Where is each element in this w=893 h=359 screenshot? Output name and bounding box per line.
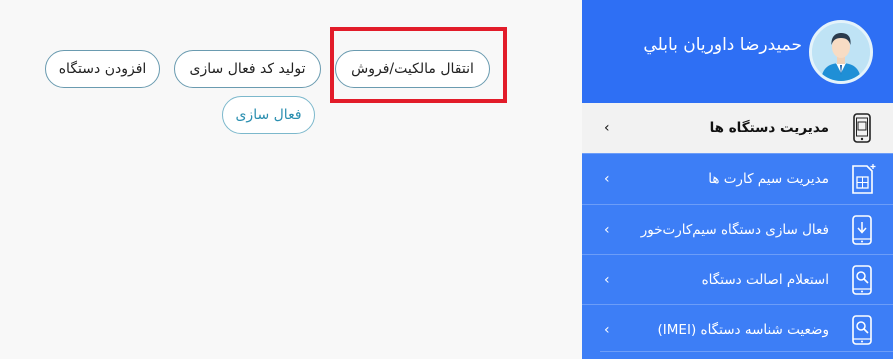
chevron-left-icon: ‹ xyxy=(604,171,610,187)
sidebar-item-sim-device-activation[interactable]: ‹ فعال سازی دستگاه سیم‌کارت‌خور xyxy=(582,204,893,254)
profile-header: حمیدرضا داوریان بابلي xyxy=(582,0,893,103)
sidebar: حمیدرضا داوریان بابلي ‹ مديريت دستگاه ها… xyxy=(582,0,893,359)
sidebar-item-label: مديريت دستگاه ها xyxy=(709,120,829,136)
activate-button[interactable]: فعال سازی xyxy=(222,96,315,134)
sim-card-icon xyxy=(852,164,876,194)
sidebar-item-device-authenticity[interactable]: ‹ استعلام اصالت دستگاه xyxy=(582,254,893,304)
phone-search-icon xyxy=(852,265,872,295)
sidebar-item-imei-status[interactable]: ‹ وضعیت شناسه دستگاه (IMEI) xyxy=(582,304,893,354)
chevron-left-icon: ‹ xyxy=(604,272,610,288)
chevron-left-icon: ‹ xyxy=(604,222,610,238)
avatar xyxy=(809,20,873,84)
phone-search-icon xyxy=(852,315,872,345)
sidebar-item-sim-management[interactable]: ‹ مدیریت سیم کارت ها xyxy=(582,153,893,203)
sidebar-item-device-management[interactable]: ‹ مديريت دستگاه ها xyxy=(582,103,893,153)
divider xyxy=(600,351,893,359)
sidebar-item-label: مدیریت سیم کارت ها xyxy=(708,171,829,187)
user-name: حمیدرضا داوریان بابلي xyxy=(643,35,802,55)
main-content: افزودن دستگاه تولید کد فعال سازی انتقال … xyxy=(0,0,582,359)
user-avatar-icon xyxy=(812,23,870,81)
transfer-ownership-button[interactable]: انتقال مالکیت/فروش xyxy=(335,50,490,88)
sidebar-item-label: فعال سازی دستگاه سیم‌کارت‌خور xyxy=(640,222,829,238)
chevron-left-icon: ‹ xyxy=(604,322,610,338)
generate-activation-code-button[interactable]: تولید کد فعال سازی xyxy=(174,50,321,88)
sidebar-item-label: وضعیت شناسه دستگاه (IMEI) xyxy=(657,322,829,338)
phone-download-icon xyxy=(852,215,872,245)
sidebar-item-label: استعلام اصالت دستگاه xyxy=(701,272,829,288)
add-device-button[interactable]: افزودن دستگاه xyxy=(45,50,160,88)
chevron-left-icon: ‹ xyxy=(604,120,610,136)
phone-icon xyxy=(853,113,871,143)
